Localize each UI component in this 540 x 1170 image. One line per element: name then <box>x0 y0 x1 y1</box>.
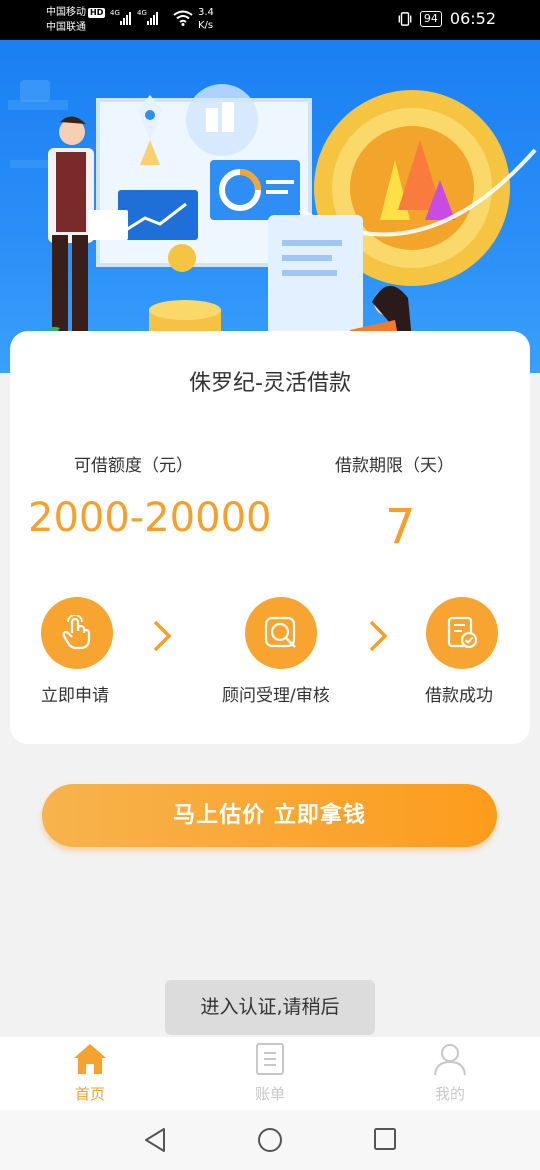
status-bar: 中国移动 HD 中国联通 4G 4G 3.4 K/s 94 06:52 <box>0 0 540 40</box>
magnifier-icon <box>245 597 317 669</box>
clock: 06:52 <box>449 9 496 28</box>
chevron-right-icon <box>369 620 388 652</box>
chevron-right-icon <box>153 620 172 652</box>
carrier-2: 中国联通 <box>46 22 86 33</box>
term-label: 借款期限（天） <box>335 456 454 476</box>
toast-message: 进入认证,请稍后 <box>165 980 375 1035</box>
term-value: 7 <box>385 499 416 555</box>
tab-home-label: 首页 <box>74 1085 105 1103</box>
hd-badge: HD <box>88 8 106 18</box>
get-money-button[interactable]: 马上估价 立即拿钱 <box>42 784 497 847</box>
amount-label: 可借额度（元） <box>74 456 193 476</box>
hero-banner <box>0 40 540 373</box>
user-icon <box>434 1044 466 1076</box>
recents-icon[interactable] <box>373 1127 397 1151</box>
signal-icon: 4G <box>110 9 131 25</box>
back-icon[interactable] <box>143 1127 167 1153</box>
net-speed: 3.4 K/s <box>198 7 214 31</box>
step-success-label: 借款成功 <box>425 686 493 706</box>
tab-mine[interactable]: 我的 <box>390 1037 510 1110</box>
system-nav-bar <box>0 1110 540 1170</box>
hand-tap-icon <box>41 597 113 669</box>
document-check-icon <box>426 597 498 669</box>
tab-home[interactable]: 首页 <box>30 1037 150 1110</box>
carrier-1: 中国移动 <box>46 7 86 18</box>
bill-icon <box>256 1043 284 1075</box>
battery-icon: 94 <box>419 10 442 27</box>
carrier-info: 中国移动 HD 中国联通 <box>46 5 106 35</box>
signal-icons: 4G 4G <box>110 9 158 25</box>
bottom-tab-bar: 首页 账单 我的 <box>0 1037 540 1110</box>
product-title: 侏罗纪-灵活借款 <box>189 371 351 396</box>
home-nav-icon[interactable] <box>257 1127 283 1153</box>
finance-illustration <box>8 80 537 373</box>
home-icon <box>74 1044 106 1074</box>
loan-card: 侏罗纪-灵活借款 可借额度（元） 借款期限（天） 2000-20000 7 立即… <box>10 331 530 744</box>
tab-mine-label: 我的 <box>434 1085 465 1103</box>
vibrate-icon <box>398 11 412 26</box>
wifi-icon <box>173 10 193 26</box>
step-apply-label: 立即申请 <box>41 686 109 706</box>
tab-bill[interactable]: 账单 <box>210 1037 330 1110</box>
amount-value: 2000-20000 <box>28 495 272 541</box>
signal-icon: 4G <box>137 9 158 25</box>
tab-bill-label: 账单 <box>254 1085 285 1103</box>
step-review-label: 顾问受理/审核 <box>222 686 330 706</box>
